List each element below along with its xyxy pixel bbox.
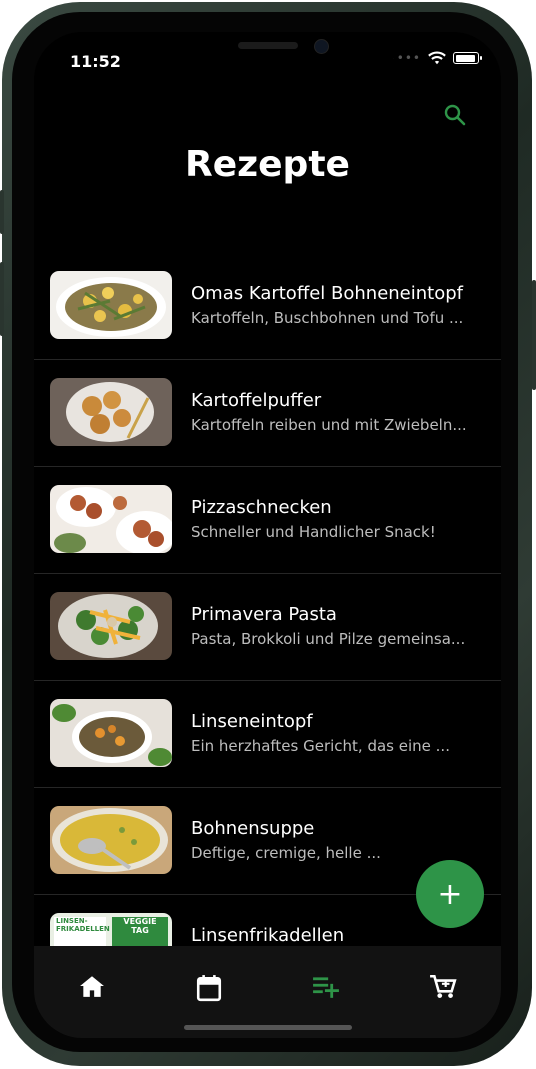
recipe-subtitle: Ein herzhaftes Gericht, das eine ...: [191, 737, 450, 755]
add-recipe-button[interactable]: +: [416, 860, 484, 928]
recipe-thumbnail: [50, 699, 172, 767]
recipe-subtitle: Pasta, Brokkoli und Pilze gemeinsa...: [191, 630, 466, 648]
status-icons: ••••: [389, 50, 482, 66]
front-camera: [314, 39, 329, 54]
speaker-grille: [238, 42, 298, 49]
recipe-subtitle: Schneller und Handlicher Snack!: [191, 523, 436, 541]
plus-icon: +: [437, 876, 463, 912]
recipe-title: Primavera Pasta: [191, 604, 337, 625]
home-indicator[interactable]: [184, 1025, 352, 1030]
recipe-title: Kartoffelpuffer: [191, 390, 322, 411]
side-button-left-2: [0, 262, 4, 336]
home-icon: [80, 976, 105, 997]
side-button-left: [0, 190, 4, 234]
recipe-title: Omas Kartoffel Bohneneintopf: [191, 283, 463, 304]
notch: [138, 32, 398, 70]
recipe-title: Linseneintopf: [191, 711, 313, 732]
recipe-title: Linsenfrikadellen: [191, 925, 345, 946]
recipe-row[interactable]: Kartoffelpuffer Kartoffeln reiben und mi…: [34, 360, 501, 467]
thumbnail-label: LINSEN-FRIKADELLEN: [56, 917, 110, 933]
thumbnail-label: VEGGIE TAG: [123, 917, 157, 935]
page-title: Rezepte: [185, 144, 350, 185]
cart-icon: [429, 974, 457, 998]
recipe-thumbnail: [50, 378, 172, 446]
recipe-subtitle: Kartoffeln reiben und mit Zwiebeln...: [191, 416, 467, 434]
wifi-icon: [428, 51, 446, 65]
recipe-title: Pizzaschnecken: [191, 497, 332, 518]
recipe-row[interactable]: Linseneintopf Ein herzhaftes Gericht, da…: [34, 681, 501, 788]
side-button-right: [532, 280, 536, 390]
recipe-thumbnail: [50, 592, 172, 660]
recipe-thumbnail: [50, 806, 172, 874]
recipe-subtitle: Deftige, cremige, helle ...: [191, 844, 381, 862]
calendar-icon: [197, 975, 222, 1002]
recipe-title: Bohnensuppe: [191, 818, 315, 839]
recipe-row[interactable]: Pizzaschnecken Schneller und Handlicher …: [34, 467, 501, 574]
search-icon: [444, 104, 466, 126]
battery-icon: [453, 52, 482, 64]
recipe-subtitle: Kartoffeln, Buschbohnen und Tofu ...: [191, 309, 464, 327]
playlist-add-icon: [312, 977, 339, 998]
search-button[interactable]: [440, 100, 470, 130]
recipe-thumbnail: [50, 271, 172, 339]
recipe-row[interactable]: Primavera Pasta Pasta, Brokkoli und Pilz…: [34, 574, 501, 681]
status-time: 11:52: [70, 52, 121, 71]
recipe-row[interactable]: Omas Kartoffel Bohneneintopf Kartoffeln,…: [34, 253, 501, 360]
nav-item-home[interactable]: [34, 946, 151, 1038]
nav-item-cart[interactable]: [384, 946, 501, 1038]
screen: 11:52 •••• Rezepte Omas Kartoffel Bohnen…: [34, 32, 501, 1038]
recipe-thumbnail: [50, 485, 172, 553]
